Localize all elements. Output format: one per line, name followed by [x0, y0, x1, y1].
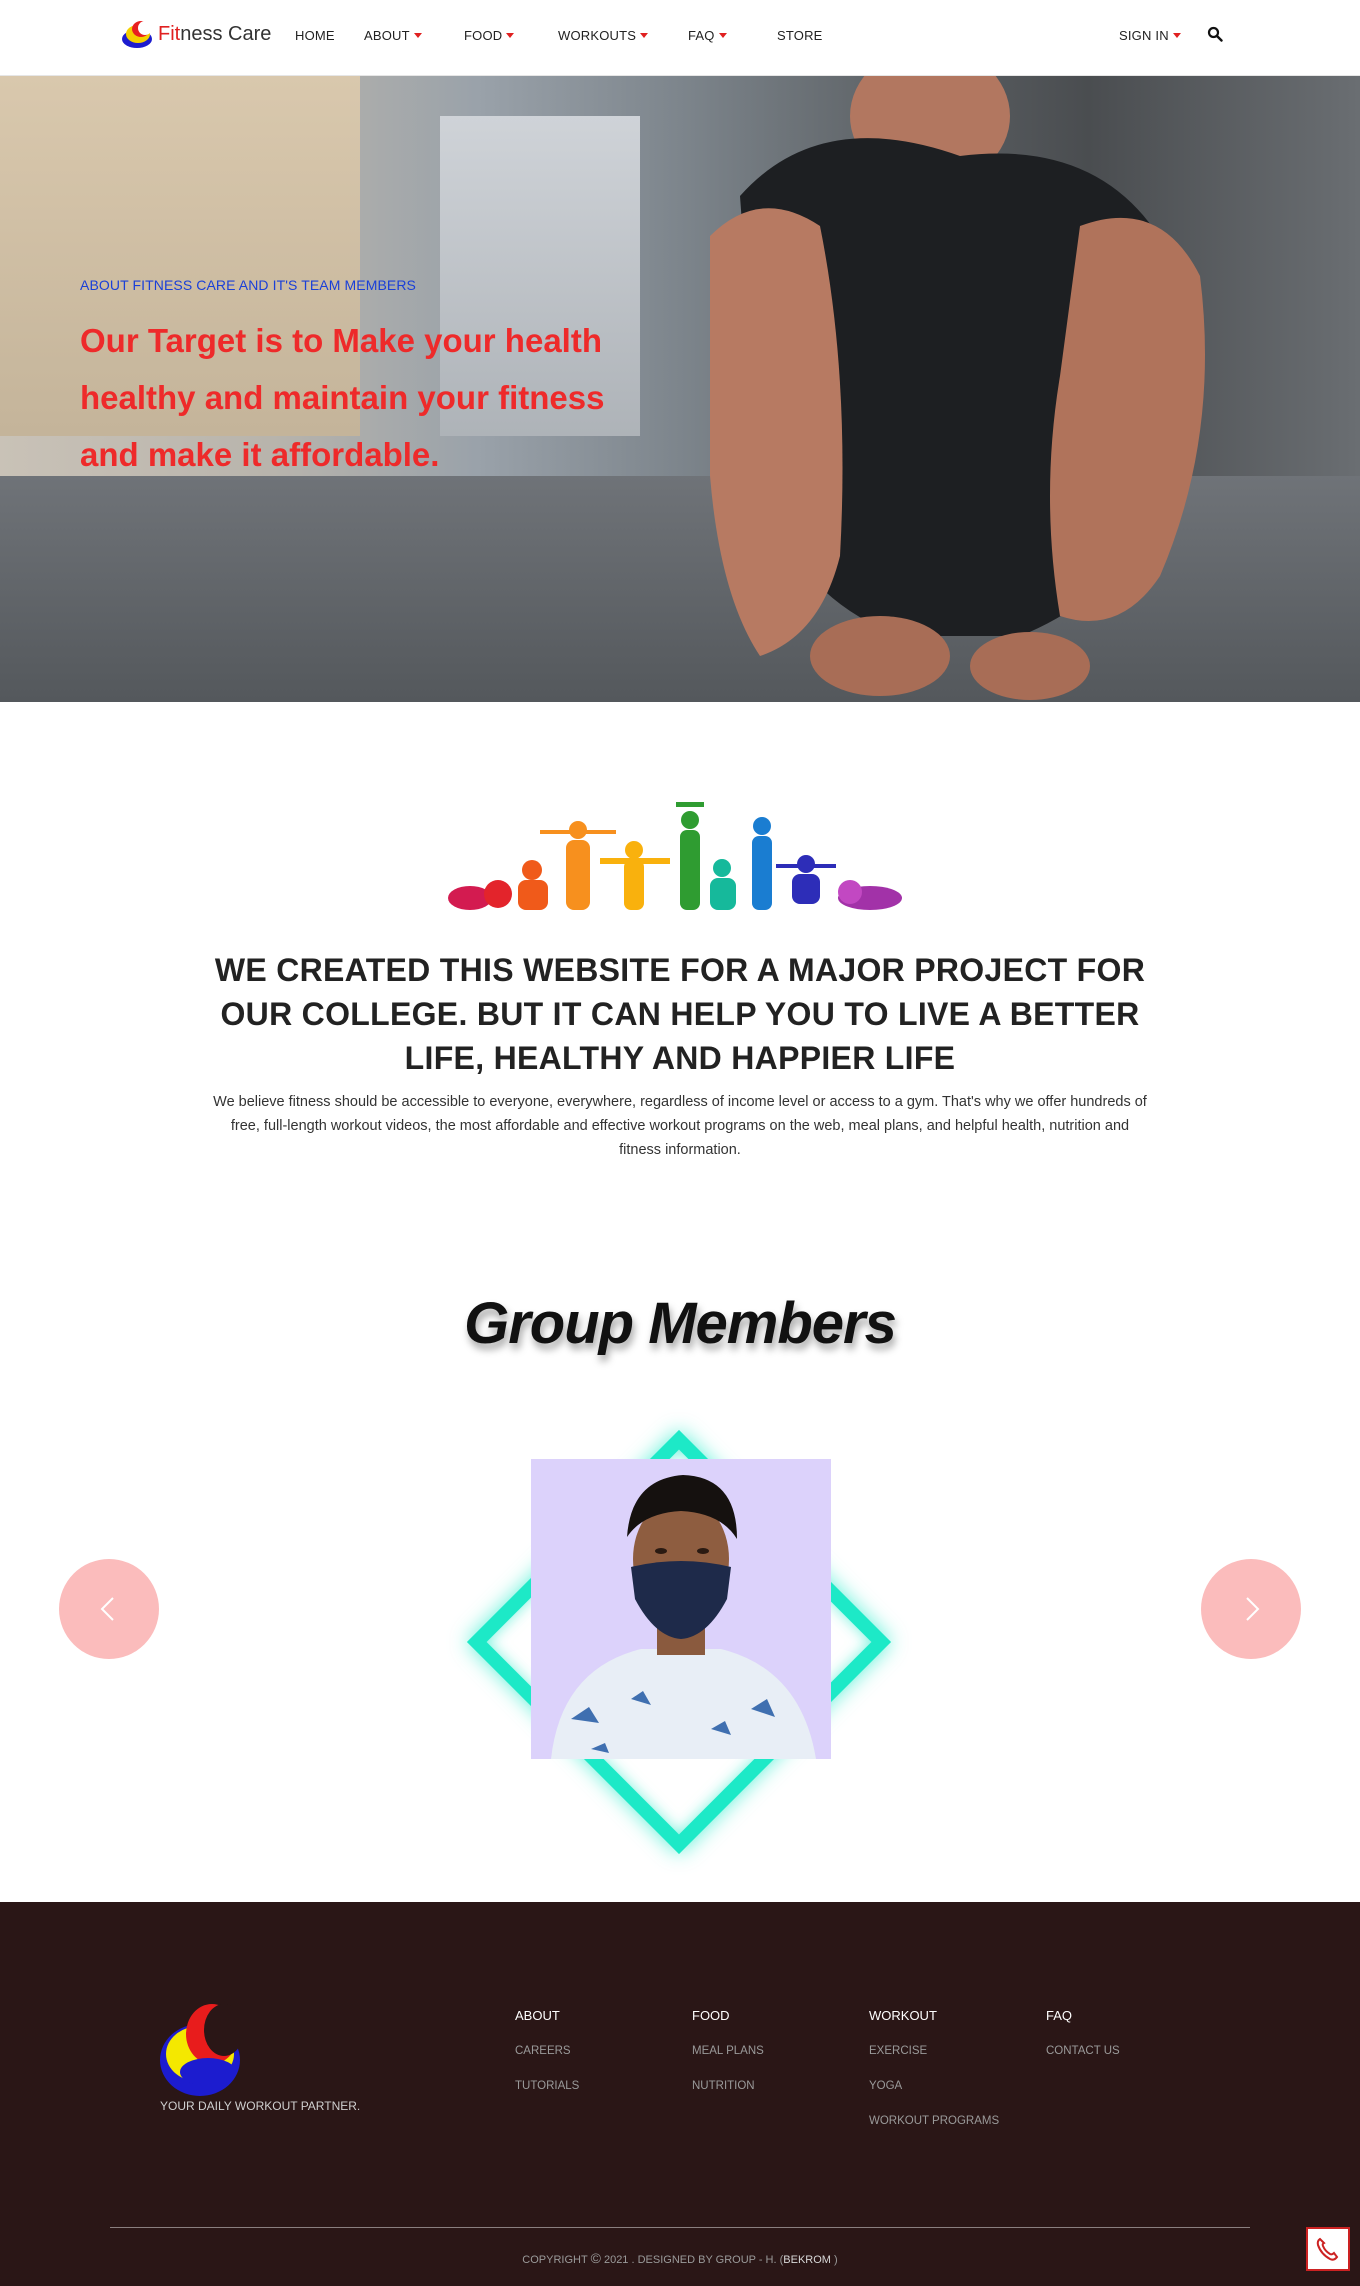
footer-link-workout-programs[interactable]: WORKOUT PROGRAMS [869, 2115, 999, 2128]
caret-down-icon [1172, 33, 1181, 38]
footer-link-yoga[interactable]: YOGA [869, 2080, 999, 2093]
nav-faq[interactable]: FAQ [688, 28, 727, 43]
footer-logo-icon [160, 2004, 244, 2096]
footer-col-title[interactable]: FAQ [1046, 2008, 1120, 2023]
nav-food[interactable]: FOOD [464, 28, 515, 43]
nav-workouts[interactable]: WORKOUTS [558, 28, 649, 43]
footer-col-title[interactable]: ABOUT [515, 2008, 579, 2023]
nav-store[interactable]: STORE [777, 28, 823, 43]
footer-link-careers[interactable]: CAREERS [515, 2045, 579, 2058]
caret-down-icon [413, 33, 422, 38]
top-navbar: Fitness Care HOME ABOUT FOOD WORKOUTS FA… [0, 0, 1360, 76]
copyright-symbol: © [590, 2250, 601, 2266]
nav-sign-in[interactable]: SIGN IN [1119, 28, 1181, 43]
footer-column-about: ABOUT CAREERS TUTORIALS [515, 2008, 579, 2115]
nav-store-label: STORE [777, 28, 823, 43]
footer-divider [110, 2227, 1250, 2228]
carousel-prev-button[interactable] [59, 1559, 159, 1659]
footer-link-contact-us[interactable]: CONTACT US [1046, 2045, 1120, 2058]
nav-about-label: ABOUT [364, 28, 410, 43]
footer-col-title[interactable]: FOOD [692, 2008, 764, 2023]
copyright-prefix: COPYRIGHT [522, 2254, 588, 2266]
brand-link[interactable]: Fitness Care [120, 16, 271, 52]
hero-banner: ABOUT FITNESS CARE AND IT'S TEAM MEMBERS… [0, 76, 1360, 702]
copyright-designer-name: BEKROM [783, 2254, 831, 2266]
copyright-text: COPYRIGHT © 2021 . DESIGNED BY GROUP - H… [0, 2250, 1360, 2266]
brand-name: Fitness Care [158, 22, 272, 45]
footer-column-faq: FAQ CONTACT US [1046, 2008, 1120, 2080]
hero-athlete-image [710, 76, 1205, 700]
brand-logo-icon [120, 19, 154, 49]
carousel-next-button[interactable] [1201, 1559, 1301, 1659]
copyright-suffix: ) [834, 2254, 838, 2266]
caret-down-icon [640, 33, 649, 38]
nav-about[interactable]: ABOUT [364, 28, 422, 43]
about-body-text: We believe fitness should be accessible … [213, 1094, 1147, 1158]
hero-subtitle: ABOUT FITNESS CARE AND IT'S TEAM MEMBERS [80, 277, 416, 293]
site-footer: YOUR DAILY WORKOUT PARTNER. ABOUT CAREER… [0, 1902, 1360, 2286]
footer-column-food: FOOD MEAL PLANS NUTRITION [692, 2008, 764, 2115]
footer-tagline: YOUR DAILY WORKOUT PARTNER. [160, 2099, 361, 2113]
footer-link-nutrition[interactable]: NUTRITION [692, 2080, 764, 2093]
footer-col-title[interactable]: WORKOUT [869, 2008, 999, 2023]
phone-icon [1316, 2237, 1339, 2261]
footer-link-meal-plans[interactable]: MEAL PLANS [692, 2045, 764, 2058]
group-members-title: Group Members [464, 1291, 897, 1356]
hero-title: Our Target is to Make your health health… [80, 322, 605, 473]
caret-down-icon [506, 33, 515, 38]
caret-down-icon [718, 33, 727, 38]
call-button[interactable] [1306, 2227, 1350, 2271]
nav-food-label: FOOD [464, 28, 503, 43]
member-photo [531, 1459, 831, 1759]
nav-home-label: HOME [295, 28, 335, 43]
nav-sign-in-label: SIGN IN [1119, 28, 1169, 43]
nav-home[interactable]: HOME [295, 28, 335, 43]
copyright-credit: 2021 . DESIGNED BY GROUP - H. ( [603, 2254, 784, 2266]
footer-column-workout: WORKOUT EXERCISE YOGA WORKOUT PROGRAMS [869, 2008, 999, 2150]
chevron-right-icon [1246, 1597, 1260, 1621]
search-icon[interactable] [1207, 26, 1223, 42]
footer-link-tutorials[interactable]: TUTORIALS [515, 2080, 579, 2093]
nav-faq-label: FAQ [688, 28, 715, 43]
footer-link-exercise[interactable]: EXERCISE [869, 2045, 999, 2058]
about-headline: WE CREATED THIS WEBSITE FOR A MAJOR PROJ… [214, 952, 1146, 1076]
workout-silhouettes-image [448, 802, 902, 910]
chevron-left-icon [100, 1597, 114, 1621]
nav-workouts-label: WORKOUTS [558, 28, 637, 43]
